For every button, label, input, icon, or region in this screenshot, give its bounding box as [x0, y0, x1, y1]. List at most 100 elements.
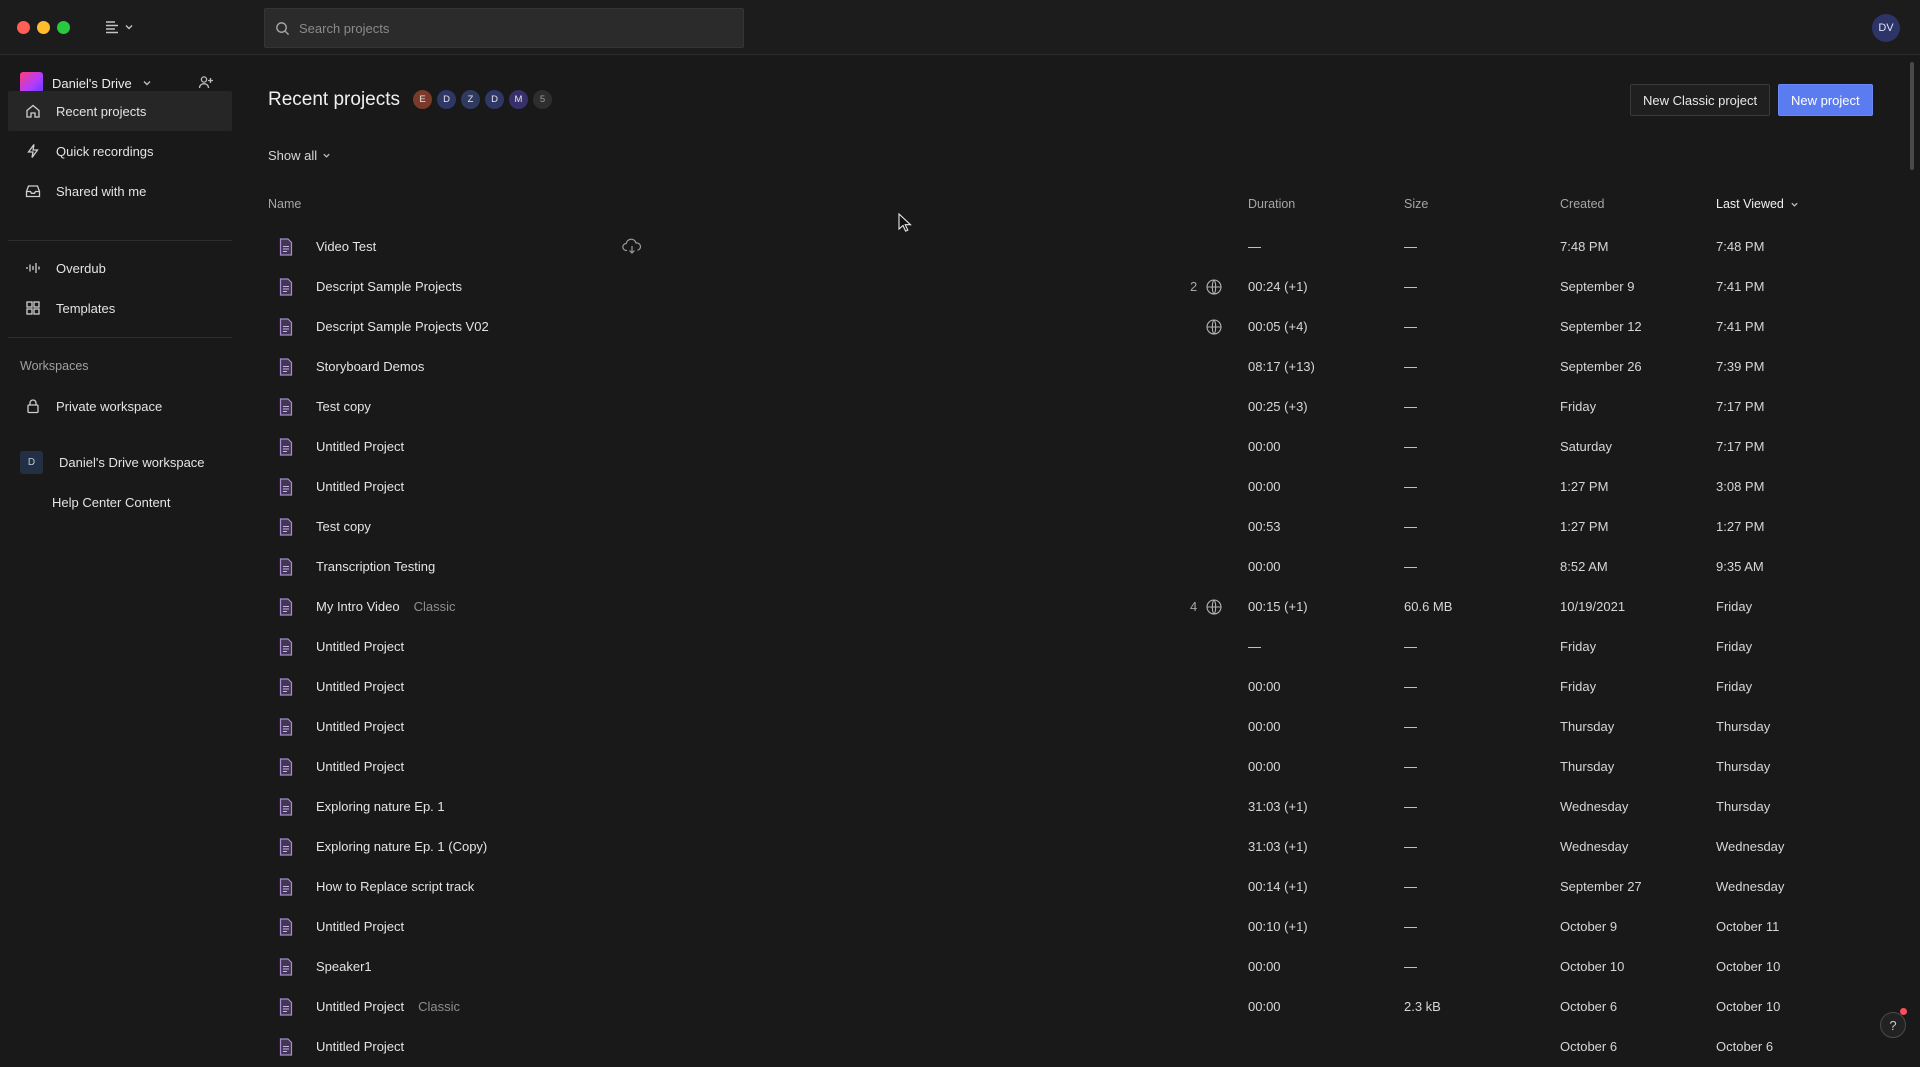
column-header-last-viewed[interactable]: Last Viewed	[1716, 197, 1799, 211]
mouse-cursor-icon	[898, 213, 912, 232]
table-row[interactable]: Transcription Testing 00:00 — 8:52 AM 9:35 A…	[268, 547, 1768, 587]
chevron-down-icon	[1791, 202, 1798, 207]
table-row[interactable]: My Intro Video Classic 4 00:15 (+1) 60.6 MB 1…	[268, 587, 1768, 627]
help-button[interactable]: ?	[1880, 1012, 1906, 1038]
size-cell: —	[1404, 319, 1417, 334]
last-viewed-cell: Wednesday	[1716, 839, 1785, 854]
sidebar-item-quick-recordings[interactable]: Quick recordings	[8, 131, 232, 171]
project-name: Storyboard Demos	[316, 359, 425, 374]
project-name: Untitled Project	[316, 679, 405, 694]
column-header-name[interactable]: Name	[268, 197, 301, 211]
sidebar-item-shared-with-me[interactable]: Shared with me	[8, 171, 232, 211]
user-avatar[interactable]: DV	[1872, 14, 1900, 42]
table-row[interactable]: Untitled Project Classic 00:00 2.3 kB Octobe…	[268, 987, 1780, 1027]
globe-icon[interactable]	[1205, 318, 1223, 339]
scrollbar[interactable]	[1910, 62, 1914, 170]
globe-icon[interactable]	[1205, 278, 1223, 299]
project-file-icon	[278, 238, 294, 259]
last-viewed-cell: 7:41 PM	[1716, 279, 1765, 294]
table-row[interactable]: Exploring nature Ep. 1 (Copy) 31:03 (+1) —…	[268, 827, 1784, 867]
project-name: Untitled Project	[316, 759, 405, 774]
column-header-duration[interactable]: Duration	[1248, 197, 1295, 211]
last-viewed-cell: Thursday	[1716, 719, 1771, 734]
sidebar-item-private-workspace[interactable]: Private workspace	[8, 386, 232, 426]
project-file-icon	[278, 638, 294, 659]
sidebar-item-overdub[interactable]: Overdub	[8, 248, 232, 288]
table-row[interactable]: Video Test — — 7:48 PM 7:48 PM	[268, 227, 1768, 267]
size-cell: —	[1404, 719, 1417, 734]
table-row[interactable]: Speaker1 00:00 — October 10 October 10	[268, 947, 1780, 987]
menu-list-icon	[106, 21, 118, 34]
created-cell: Friday	[1560, 639, 1597, 654]
table-row[interactable]: Untitled Project 00:00 — Thursday Thursday	[268, 747, 1770, 787]
project-name: My Intro Video Classic	[316, 599, 456, 614]
project-name: Untitled Project Classic	[316, 999, 461, 1014]
cloud-download-icon[interactable]	[622, 238, 642, 259]
table-row[interactable]: Untitled Project 00:00 — 1:27 PM 3:08 PM	[268, 467, 1768, 507]
new-project-button[interactable]: New project	[1778, 84, 1873, 116]
window-minimize-button[interactable]	[37, 21, 50, 34]
table-row[interactable]: Test copy 00:53 — 1:27 PM 1:27 PM	[268, 507, 1768, 547]
table-row[interactable]: Untitled Project — — Friday Friday	[268, 627, 1768, 667]
table-row[interactable]: Storyboard Demos 08:17 (+13) — September 26…	[268, 347, 1768, 387]
table-row[interactable]: How to Replace script track 00:14 (+1) — Se…	[268, 867, 1784, 907]
table-row[interactable]: Untitled Project October 6 October 6	[268, 1027, 1773, 1067]
project-name: Test copy	[316, 519, 371, 534]
column-header-size[interactable]: Size	[1404, 197, 1428, 211]
table-row[interactable]: Descript Sample Projects 2 00:24 (+1) — Sept…	[268, 267, 1768, 307]
sidebar-item-templates[interactable]: Templates	[8, 288, 232, 328]
duration-cell: 00:00	[1248, 999, 1281, 1014]
sidebar-item-daniels-drive-workspace[interactable]: D Daniel's Drive workspace	[8, 442, 232, 482]
project-name: Untitled Project	[316, 639, 405, 654]
size-cell: —	[1404, 279, 1417, 294]
page-title: Recent projects	[268, 89, 401, 110]
add-user-icon[interactable]	[198, 74, 214, 90]
main-content: Recent projects E D Z D M 5 New Classic …	[232, 55, 1920, 1056]
column-header-created[interactable]: Created	[1560, 197, 1604, 211]
created-cell: Saturday	[1560, 439, 1613, 454]
sidebar-item-recent-projects[interactable]: Recent projects	[8, 91, 232, 131]
size-cell: —	[1404, 639, 1417, 654]
project-name: Untitled Project	[316, 1039, 405, 1054]
last-viewed-cell: Friday	[1716, 679, 1753, 694]
project-file-icon	[278, 878, 294, 899]
size-cell: —	[1404, 399, 1417, 414]
collaborator-avatars[interactable]: E D Z D M 5	[412, 89, 553, 110]
new-classic-project-button[interactable]: New Classic project	[1630, 84, 1771, 116]
duration-cell: 00:53	[1248, 519, 1281, 534]
app-menu-button[interactable]	[104, 16, 142, 38]
project-file-icon	[278, 558, 294, 579]
size-cell: —	[1404, 679, 1417, 694]
avatar: Z	[460, 89, 481, 110]
project-file-icon	[278, 678, 294, 699]
duration-cell: 00:10 (+1)	[1248, 919, 1308, 934]
table-row[interactable]: Exploring nature Ep. 1 31:03 (+1) — Wednesd…	[268, 787, 1770, 827]
created-cell: September 27	[1560, 879, 1642, 894]
last-viewed-cell: 7:48 PM	[1716, 239, 1765, 254]
created-cell: September 9	[1560, 279, 1635, 294]
avatar: M	[508, 89, 529, 110]
window-close-button[interactable]	[17, 21, 30, 34]
globe-icon[interactable]	[1205, 598, 1223, 619]
show-all-filter[interactable]: Show all	[268, 148, 331, 163]
window-maximize-button[interactable]	[57, 21, 70, 34]
sidebar-item-label: Quick recordings	[56, 143, 154, 159]
chevron-down-icon	[143, 81, 151, 86]
project-name: Speaker1	[316, 959, 372, 974]
project-file-icon	[278, 918, 294, 939]
table-row[interactable]: Untitled Project 00:10 (+1) — October 9 Octo…	[268, 907, 1779, 947]
project-name: Untitled Project	[316, 719, 405, 734]
project-name: Untitled Project	[316, 919, 405, 934]
table-row[interactable]: Untitled Project 00:00 — Friday Friday	[268, 667, 1768, 707]
sidebar-item-help-center-content[interactable]: Help Center Content	[8, 482, 232, 522]
chevron-down-icon	[125, 25, 133, 30]
search-input[interactable]	[299, 20, 719, 36]
table-row[interactable]: Descript Sample Projects V02 00:05 (+4) — S…	[268, 307, 1768, 347]
table-row[interactable]: Untitled Project 00:00 — Thursday Thursday	[268, 707, 1771, 747]
search-bar[interactable]	[264, 8, 744, 48]
last-viewed-cell: 1:27 PM	[1716, 519, 1765, 534]
table-row[interactable]: Test copy 00:25 (+3) — Friday 7:17 PM	[268, 387, 1768, 427]
last-viewed-cell: Friday	[1716, 599, 1753, 614]
table-row[interactable]: Untitled Project 00:00 — Saturday 7:17 PM	[268, 427, 1768, 467]
last-viewed-cell: 7:41 PM	[1716, 319, 1765, 334]
